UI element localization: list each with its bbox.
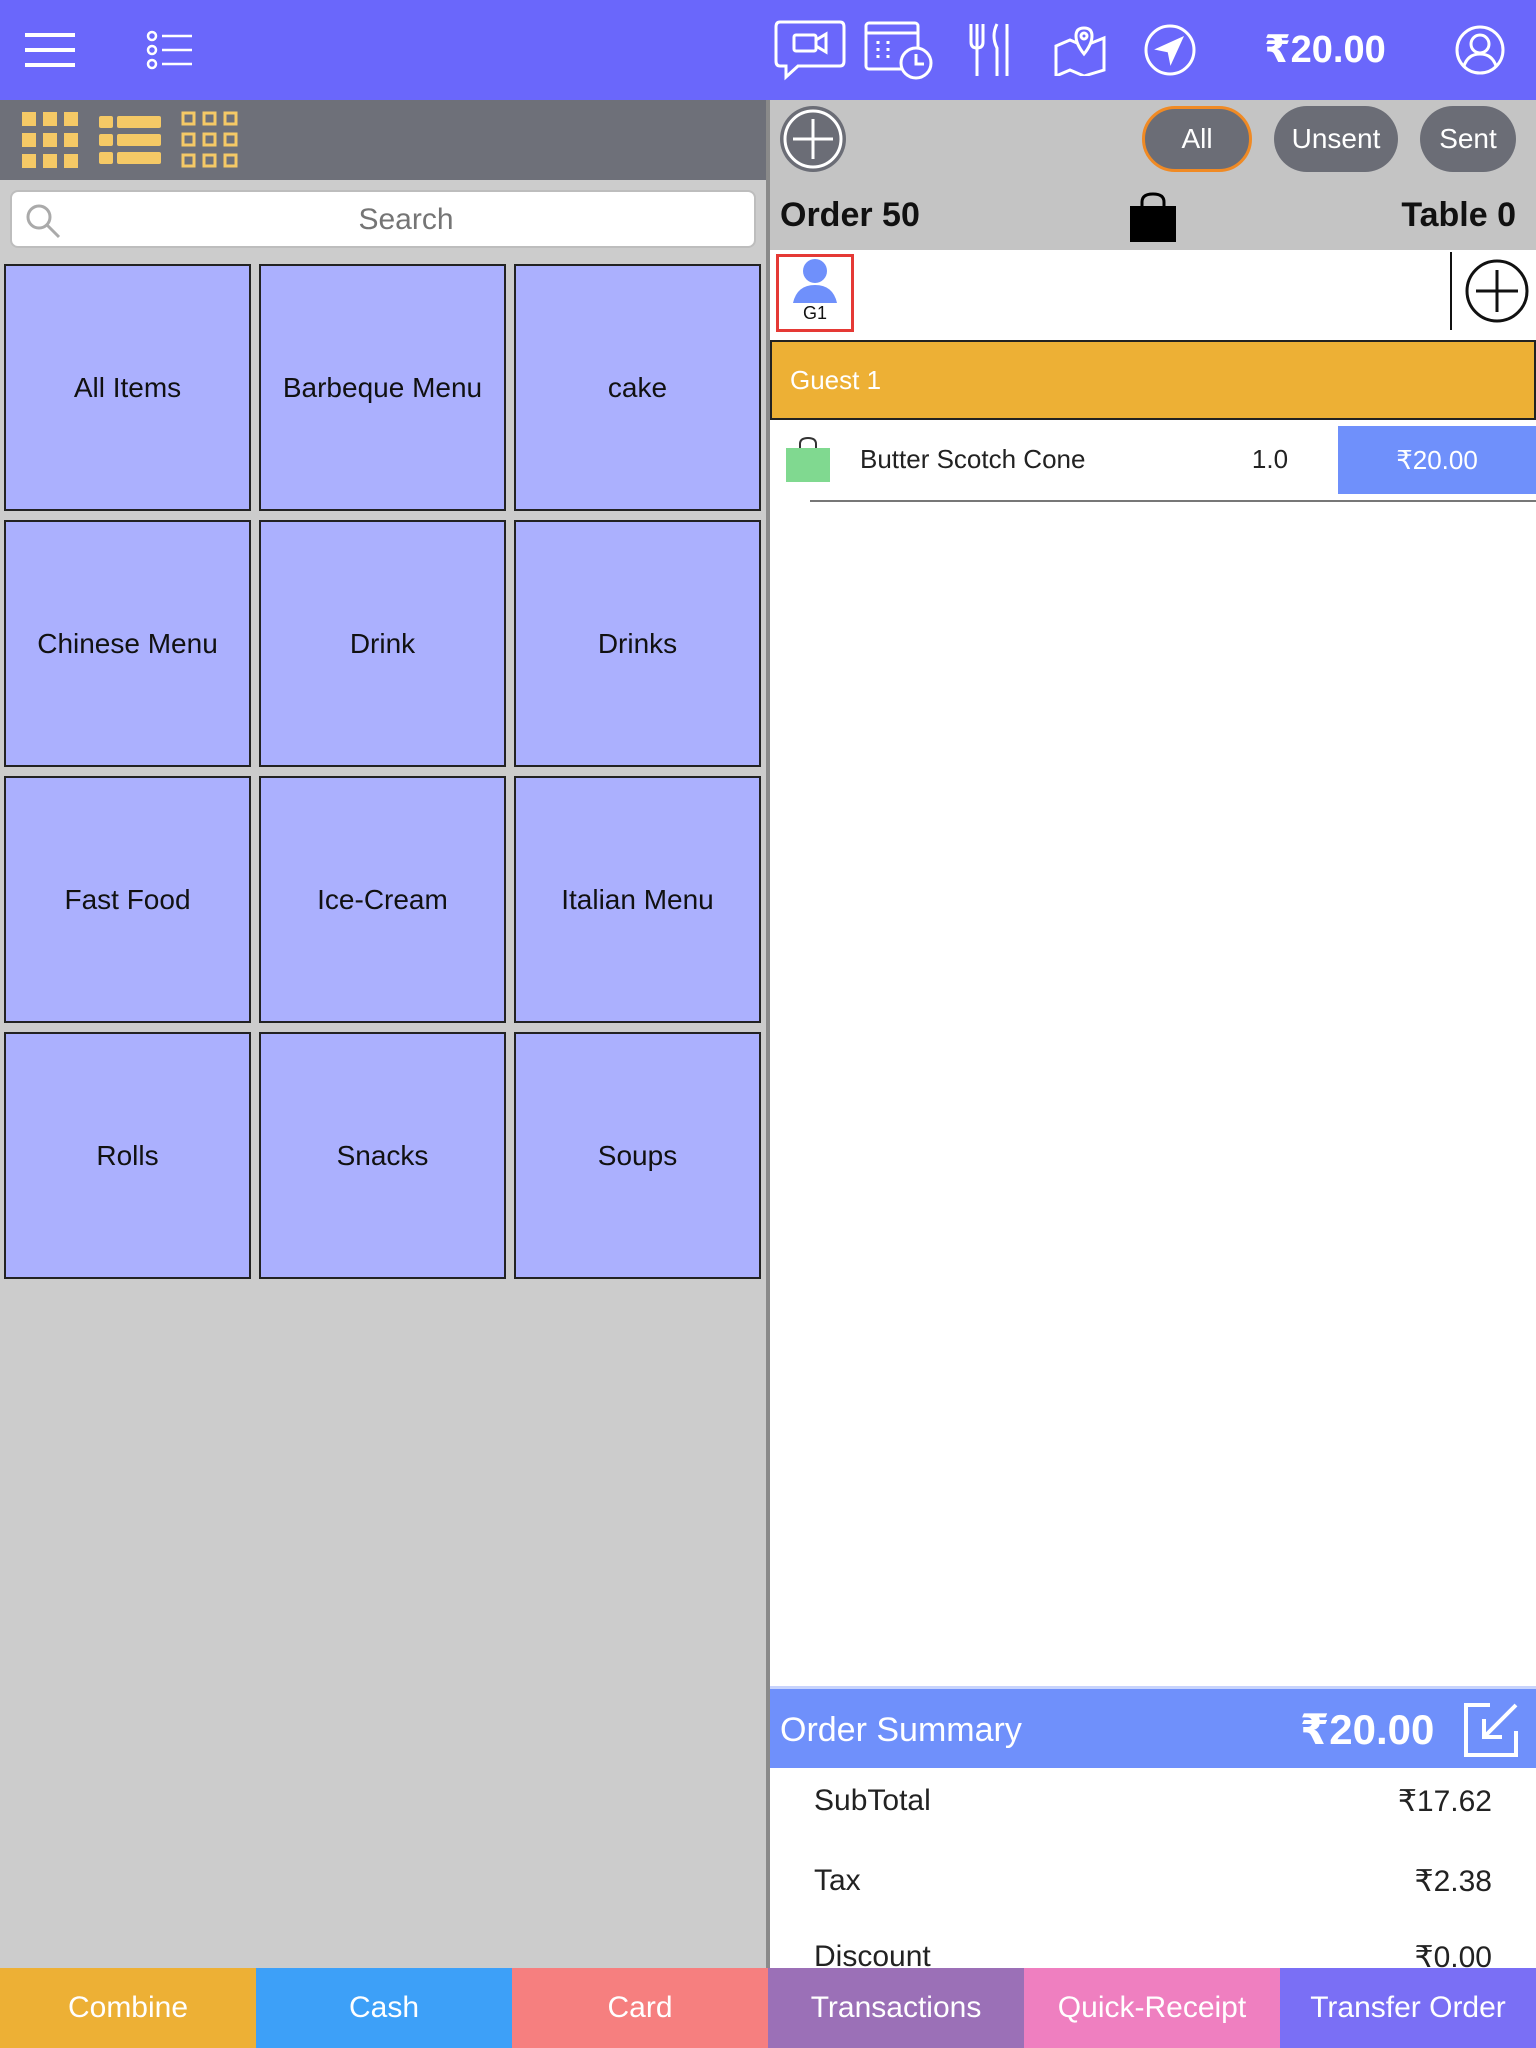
item-quantity: 1.0 xyxy=(1251,444,1289,474)
discount-value: ₹0.00 xyxy=(1414,1941,1492,1968)
category-tile[interactable]: Soups xyxy=(514,1032,761,1279)
category-tile[interactable]: cake xyxy=(514,264,761,511)
tax-row: Tax ₹2.38 xyxy=(770,1852,1536,1912)
category-tile[interactable]: Italian Menu xyxy=(514,776,761,1023)
guest-chip-label: G1 xyxy=(802,303,827,323)
navigation-icon[interactable] xyxy=(1138,18,1202,82)
summary-total: ₹20.00 xyxy=(1300,1706,1435,1753)
top-bar: ₹20.00 xyxy=(0,0,1536,100)
guest-chip[interactable]: G1 xyxy=(776,254,854,332)
category-tile[interactable]: Snacks xyxy=(259,1032,506,1279)
grid-view-icon[interactable] xyxy=(18,108,82,172)
discount-label: Discount xyxy=(814,1940,931,1968)
small-grid-view-icon[interactable] xyxy=(178,108,242,172)
category-tile[interactable]: Ice-Cream xyxy=(259,776,506,1023)
menu-icon[interactable] xyxy=(18,18,82,82)
collapse-arrow-icon[interactable] xyxy=(1460,1701,1522,1759)
view-toggle-bar xyxy=(0,100,766,180)
category-tile[interactable]: Chinese Menu xyxy=(4,520,251,767)
list-view-icon[interactable] xyxy=(98,108,162,172)
order-summary-header[interactable]: Order Summary ₹20.00 xyxy=(770,1686,1536,1768)
action-bar: Combine Cash Card Transactions Quick-Rec… xyxy=(0,1968,1536,2048)
search-box xyxy=(10,190,756,248)
search-input[interactable] xyxy=(66,198,746,242)
item-divider xyxy=(810,500,1536,502)
list-icon[interactable] xyxy=(138,18,202,82)
guest-section-header[interactable]: Guest 1 xyxy=(770,340,1536,420)
add-guest-button[interactable] xyxy=(1462,256,1532,326)
filter-all-button[interactable]: All xyxy=(1142,106,1252,172)
takeaway-bag-icon[interactable] xyxy=(1128,192,1178,249)
tax-label: Tax xyxy=(814,1864,861,1897)
header-total: ₹20.00 xyxy=(1264,29,1386,71)
quick-receipt-button[interactable]: Quick-Receipt xyxy=(1024,1968,1280,2048)
order-item-row[interactable]: Butter Scotch Cone 1.0 ₹20.00 xyxy=(770,420,1536,500)
category-tile[interactable]: Rolls xyxy=(4,1032,251,1279)
new-order-button[interactable] xyxy=(780,106,846,172)
restaurant-icon[interactable] xyxy=(958,18,1022,82)
menu-pane: All Items Barbeque Menu cake Chinese Men… xyxy=(0,100,766,1968)
person-icon xyxy=(793,259,837,303)
search-icon xyxy=(24,202,62,245)
subtotal-label: SubTotal xyxy=(814,1784,931,1817)
summary-title: Order Summary xyxy=(780,1711,1022,1749)
plus-circle-icon xyxy=(1465,259,1529,323)
category-tile[interactable]: Barbeque Menu xyxy=(259,264,506,511)
category-tile[interactable]: Fast Food xyxy=(4,776,251,1023)
user-profile-icon[interactable] xyxy=(1448,18,1512,82)
category-tile[interactable]: Drinks xyxy=(514,520,761,767)
guest-selector: G1 xyxy=(770,250,1536,340)
order-summary-details: SubTotal ₹17.62 Tax ₹2.38 Discount ₹0.00 xyxy=(770,1768,1536,1968)
subtotal-row: SubTotal ₹17.62 xyxy=(770,1772,1536,1832)
map-location-icon[interactable] xyxy=(1048,18,1112,82)
combine-button[interactable]: Combine xyxy=(0,1968,256,2048)
card-button[interactable]: Card xyxy=(512,1968,768,2048)
category-tile[interactable]: Drink xyxy=(259,520,506,767)
item-bag-icon xyxy=(784,436,832,489)
discount-row: Discount ₹0.00 xyxy=(770,1928,1536,1968)
order-number: Order 50 xyxy=(780,196,920,234)
calendar-clock-icon[interactable] xyxy=(864,18,934,82)
plus-circle-icon xyxy=(783,109,843,169)
subtotal-value: ₹17.62 xyxy=(1397,1785,1492,1818)
order-header: Order 50 Table 0 xyxy=(770,180,1536,250)
item-name: Butter Scotch Cone xyxy=(860,444,1086,474)
item-price: ₹20.00 xyxy=(1338,426,1536,494)
order-pane: All Unsent Sent Order 50 Table 0 G1 Gues… xyxy=(770,100,1536,1968)
order-filter-bar: All Unsent Sent xyxy=(770,100,1536,180)
transactions-button[interactable]: Transactions xyxy=(768,1968,1024,2048)
category-tile[interactable]: All Items xyxy=(4,264,251,511)
cash-button[interactable]: Cash xyxy=(256,1968,512,2048)
table-number: Table 0 xyxy=(1401,196,1516,234)
transfer-order-button[interactable]: Transfer Order xyxy=(1280,1968,1536,2048)
video-chat-icon[interactable] xyxy=(772,18,848,82)
guest-separator xyxy=(1450,252,1452,330)
tax-value: ₹2.38 xyxy=(1414,1865,1492,1898)
filter-sent-button[interactable]: Sent xyxy=(1420,106,1516,172)
filter-unsent-button[interactable]: Unsent xyxy=(1274,106,1398,172)
